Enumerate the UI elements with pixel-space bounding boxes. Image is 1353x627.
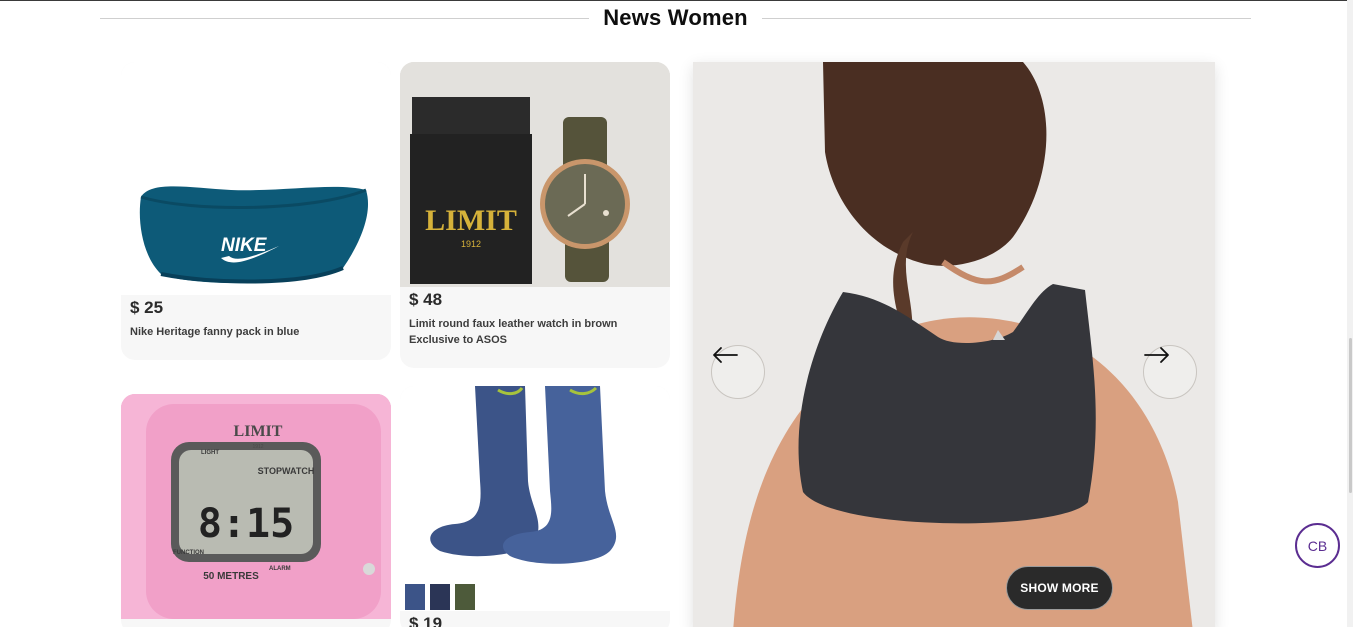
watch-time-text: 8:15 (198, 501, 294, 547)
arrow-right-icon (1144, 347, 1169, 363)
arrow-left-icon (713, 347, 738, 363)
product-card[interactable]: LIMIT 1912 STOPWATCH LIGHT 8:15 FUNCTION… (121, 394, 391, 627)
watch-stopwatch-text: STOPWATCH (258, 466, 315, 476)
page: News Women NIKE $ 25 Nike Heritage fanny… (0, 0, 1353, 627)
product-image[interactable]: LIMIT 1912 (400, 62, 670, 287)
watch-light-text: LIGHT (201, 450, 219, 456)
watch-alarm-text: ALARM (269, 566, 291, 572)
product-card[interactable]: $ 19 (400, 386, 670, 627)
product-image[interactable]: LIMIT 1912 STOPWATCH LIGHT 8:15 FUNCTION… (121, 394, 391, 619)
product-price: $ 48 (409, 290, 443, 309)
product-title[interactable]: Nike Heritage fanny pack in blue (130, 324, 299, 340)
svg-text:NIKE: NIKE (221, 235, 268, 256)
cb-chat-badge[interactable]: CB (1295, 523, 1340, 568)
watch-year-text: 1912 (252, 444, 263, 450)
section-heading: News Women (100, 4, 1251, 32)
top-divider (0, 0, 1353, 1)
next-slide-button[interactable] (1143, 345, 1197, 399)
socks-icon (405, 386, 617, 610)
heading-rule-left (100, 17, 590, 19)
sports-bra-model-icon (693, 62, 1215, 627)
product-card[interactable]: NIKE $ 25 Nike Heritage fanny pack in bl… (121, 62, 391, 360)
watch-metres-text: 50 METRES (203, 571, 259, 582)
section-title: News Women (603, 5, 748, 30)
product-price: $ 19 (409, 614, 443, 627)
box-brand-text: LIMIT (425, 204, 517, 237)
scrollbar-thumb[interactable] (1349, 338, 1352, 493)
show-more-button[interactable]: SHOW MORE (1006, 566, 1113, 610)
product-title-line2[interactable]: Exclusive to ASOS (409, 332, 507, 348)
product-image[interactable] (400, 386, 670, 611)
hero-slider[interactable]: SHOW MORE (693, 62, 1215, 627)
product-price: $ 25 (130, 298, 164, 317)
watch-icon: LIMIT 1912 (400, 62, 670, 287)
scrollbar[interactable] (1347, 0, 1353, 627)
prev-slide-button[interactable] (711, 345, 765, 399)
watch-function-text: FUNCTION (173, 550, 204, 556)
product-title-line1[interactable]: Limit round faux leather watch in brown (409, 316, 617, 332)
fanny-pack-icon: NIKE (139, 186, 369, 284)
heading-rule-right (761, 17, 1251, 19)
box-year-text: 1912 (461, 239, 481, 249)
product-card[interactable]: LIMIT 1912 $ 48 Limit round faux leather… (400, 62, 670, 368)
digital-watch-icon: LIMIT 1912 STOPWATCH LIGHT 8:15 FUNCTION… (121, 394, 391, 619)
product-image[interactable]: NIKE (121, 62, 391, 295)
watch-brand-text: LIMIT (234, 423, 283, 440)
